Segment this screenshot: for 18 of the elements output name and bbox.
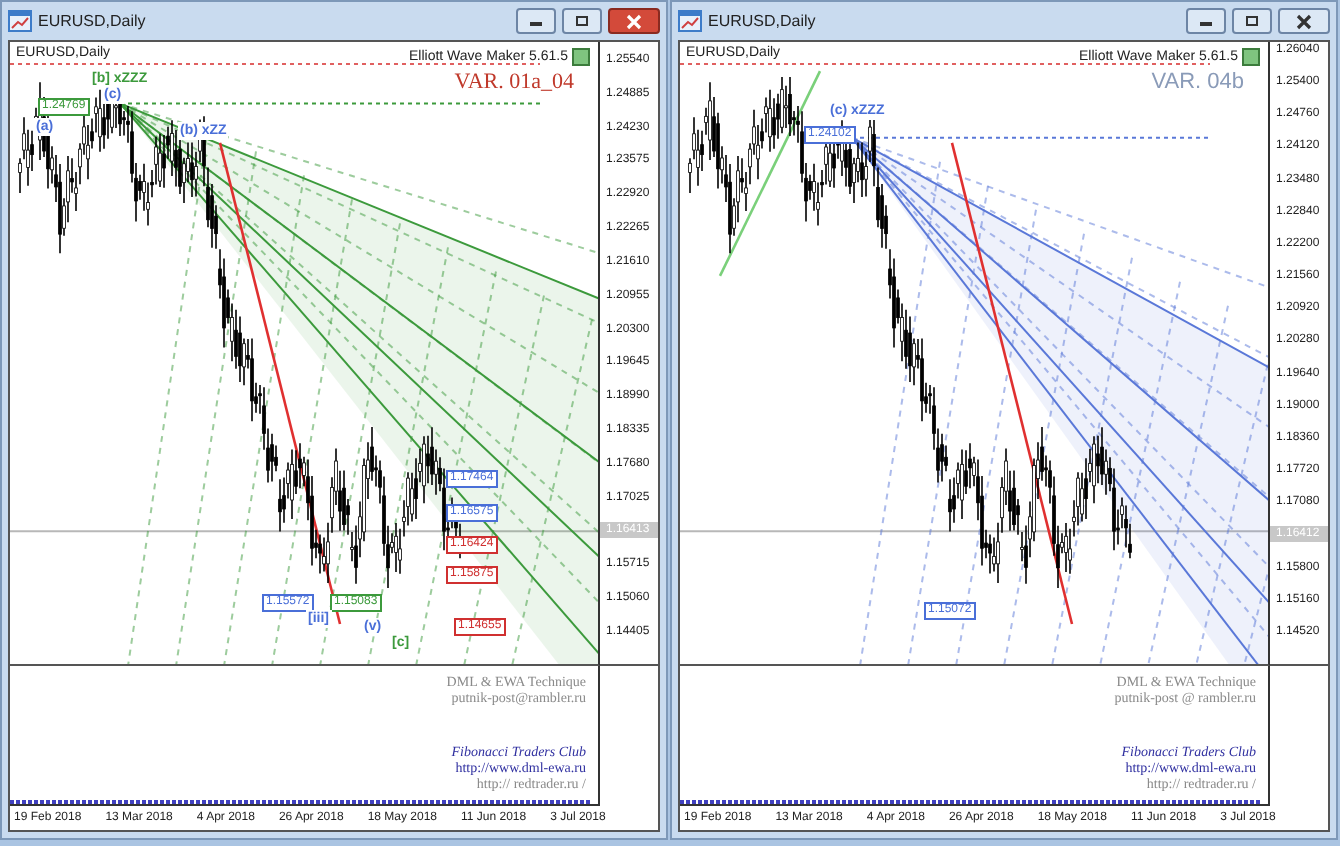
restore-icon [1244, 14, 1260, 28]
chart-window-icon [678, 10, 702, 32]
restore-button[interactable] [562, 8, 602, 34]
window-title: EURUSD,Daily [708, 12, 816, 30]
close-button[interactable] [608, 8, 660, 34]
chart-window-icon [8, 10, 32, 32]
variant-label: VAR. 04b [1151, 70, 1244, 94]
indicator-icon [1242, 48, 1260, 66]
close-icon [626, 13, 642, 29]
restore-button[interactable] [1232, 8, 1272, 34]
window-title: EURUSD,Daily [38, 12, 146, 30]
minimize-button[interactable] [1186, 8, 1226, 34]
minimize-button[interactable] [516, 8, 556, 34]
restore-icon [574, 14, 590, 28]
close-button[interactable] [1278, 8, 1330, 34]
close-icon [1296, 13, 1312, 29]
indicator-icon [572, 48, 590, 66]
variant-label: VAR. 01a_04 [454, 70, 574, 94]
